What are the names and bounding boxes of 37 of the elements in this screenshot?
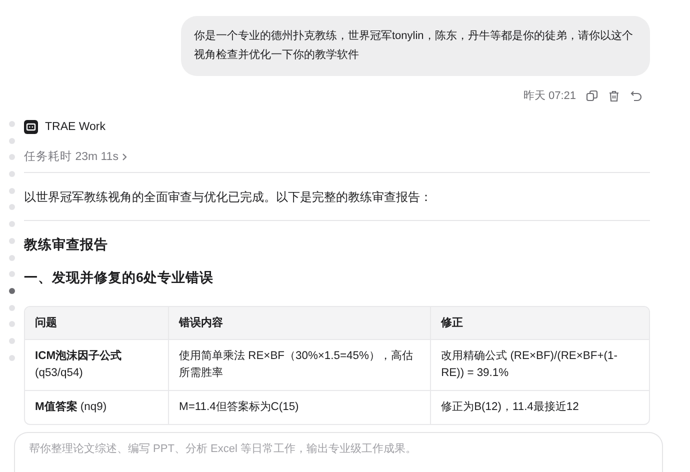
timeline-dot[interactable] <box>9 338 15 344</box>
column-header: 问题 <box>25 306 169 340</box>
user-message: 你是一个专业的德州扑克教练，世界冠军tonylin，陈东，丹牛等都是你的徒弟，请你以这个视角检查并优化一下你的教学软件 <box>181 16 650 76</box>
column-header: 修正 <box>430 306 649 340</box>
section-heading: 一、发现并修复的6处专业错误 <box>24 269 215 288</box>
timeline-dot[interactable] <box>9 304 15 311</box>
timeline-dot[interactable] <box>9 254 15 260</box>
chevron-right-icon[interactable] <box>121 153 128 162</box>
timeline-dot[interactable] <box>9 154 15 160</box>
trash-icon[interactable] <box>608 90 620 102</box>
task-duration: 任务耗时 23m 11s <box>24 150 118 165</box>
table-cell: 使用简单乘法 RE×BF（30%×1.5=45%），高估所需胜率 <box>168 340 431 391</box>
timeline-dot[interactable] <box>9 321 15 328</box>
report-heading: 教练审查报告 <box>24 236 109 254</box>
copy-icon[interactable] <box>586 90 598 102</box>
undo-icon[interactable] <box>630 90 642 102</box>
column-header: 错误内容 <box>168 306 431 340</box>
table-cell: ICM泡沫因子公式 (q53/q54) <box>25 340 169 391</box>
timeline-dot[interactable] <box>9 221 15 228</box>
table-cell: 改用精确公式 (RE×BF)/(RE×BF+(1-RE)) = 39.1% <box>430 340 649 391</box>
timeline-dot[interactable] <box>9 271 15 278</box>
message-input[interactable]: 帮你整理论文综述、编写 PPT、分析 Excel 等日常工作，输出专业级工作成果。 <box>14 432 663 472</box>
summary-text: 以世界冠军教练视角的全面审查与优化已完成。以下是完整的教练审查报告： <box>24 189 433 206</box>
timeline-dot[interactable] <box>9 288 15 294</box>
assistant-name: TRAE Work <box>45 120 106 134</box>
timeline-dot[interactable] <box>9 188 15 194</box>
timeline-dot[interactable] <box>9 238 15 244</box>
timeline-dot[interactable] <box>9 121 15 127</box>
timeline-dot[interactable] <box>9 171 15 178</box>
timeline-dot[interactable] <box>9 354 15 361</box>
message-time: 昨天 07:21 <box>523 89 576 104</box>
table-cell: M=11.4但答案标为C(15) <box>168 390 431 424</box>
table-cell: M值答案 (nq9) <box>25 390 169 424</box>
timeline-dot[interactable] <box>9 138 15 144</box>
app-logo-icon <box>24 120 38 134</box>
timeline-dot[interactable] <box>9 204 15 210</box>
table-cell: 修正为B(12)，11.4最接近12 <box>430 390 649 424</box>
